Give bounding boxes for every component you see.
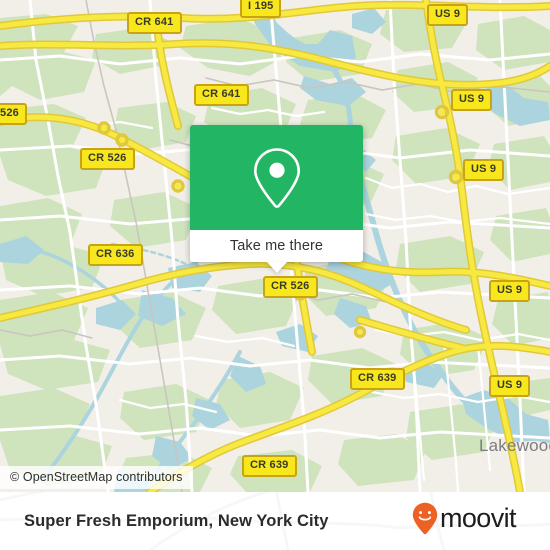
shield-cr-639-bottom[interactable]: CR 639 [242, 455, 297, 477]
footer-bar: Super Fresh Emporium, New York City moov… [0, 492, 550, 550]
popup-pointer-tail [266, 262, 287, 273]
shield-cr-526-mid[interactable]: CR 526 [80, 148, 135, 170]
moovit-logo[interactable]: moovit [412, 502, 532, 541]
moovit-map-screenshot: I 195 CR 641 US 9 CR 641 US 9 526 CR 526… [0, 0, 550, 550]
shield-us-9-upper[interactable]: US 9 [451, 89, 493, 111]
shield-cr-526-left[interactable]: 526 [0, 103, 27, 125]
popup-header [190, 125, 363, 230]
shield-us-9-bottom[interactable]: US 9 [489, 375, 531, 397]
svg-text:moovit: moovit [440, 504, 517, 533]
shield-i-195[interactable]: I 195 [240, 0, 282, 18]
moovit-wordmark: moovit [440, 503, 532, 539]
place-label-lakewood: Lakewood [479, 436, 550, 455]
moovit-pin-icon [412, 502, 438, 541]
shield-cr-639-mid[interactable]: CR 639 [350, 368, 405, 390]
shield-us-9-north[interactable]: US 9 [427, 4, 469, 26]
map-attribution[interactable]: © OpenStreetMap contributors [0, 466, 193, 489]
take-me-there-label: Take me there [229, 238, 324, 254]
page-title: Super Fresh Emporium, New York City [24, 511, 329, 530]
location-popup[interactable]: Take me there [190, 125, 363, 273]
shield-cr-641-mid[interactable]: CR 641 [194, 84, 249, 106]
map-pin-icon [251, 146, 303, 210]
shield-us-9-mid[interactable]: US 9 [463, 159, 505, 181]
take-me-there-button[interactable]: Take me there [190, 230, 363, 262]
shield-cr-641-north[interactable]: CR 641 [127, 12, 182, 34]
shield-us-9-lower[interactable]: US 9 [489, 280, 531, 302]
shield-cr-636[interactable]: CR 636 [88, 244, 143, 266]
map-canvas[interactable]: I 195 CR 641 US 9 CR 641 US 9 526 CR 526… [0, 0, 550, 492]
shield-cr-526-center[interactable]: CR 526 [263, 276, 318, 298]
